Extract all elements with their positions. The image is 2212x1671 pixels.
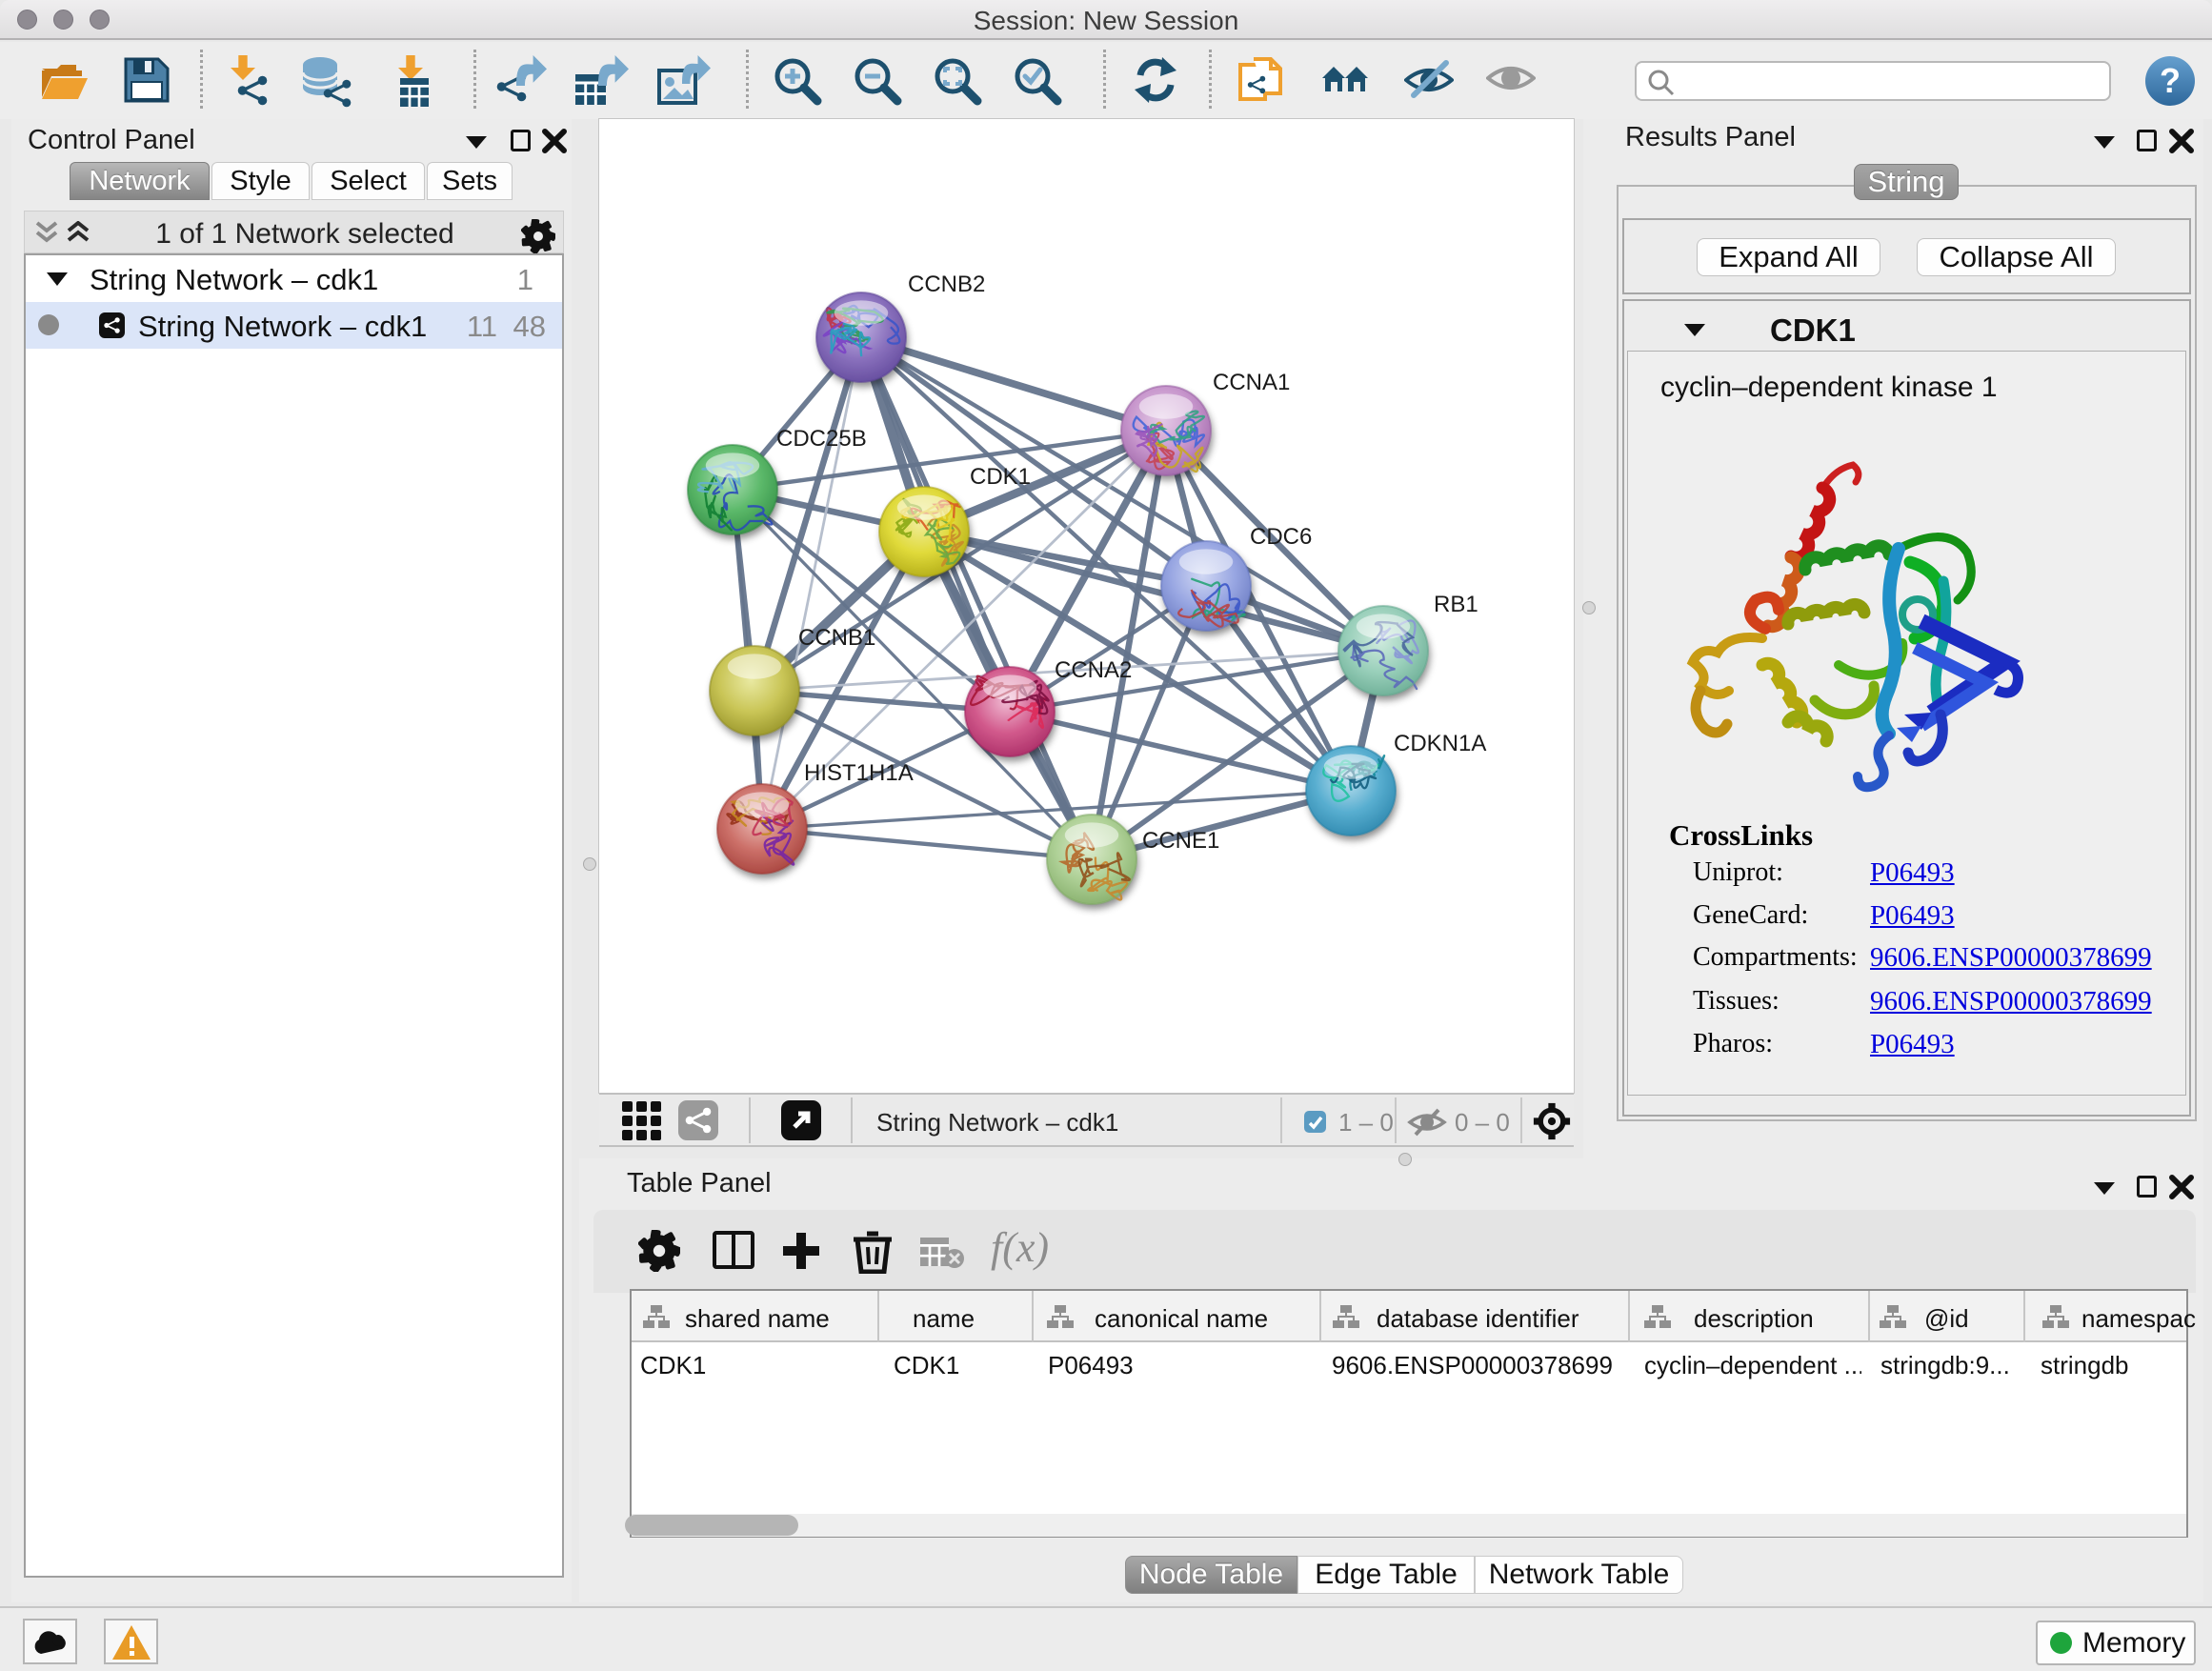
svg-text:CDK1: CDK1 [970, 464, 1031, 490]
svg-text:CDKN1A: CDKN1A [1394, 731, 1486, 756]
svg-text:CDC25B: CDC25B [776, 426, 867, 452]
svg-text:?: ? [2160, 61, 2181, 100]
svg-text:CCNE1: CCNE1 [1142, 828, 1219, 854]
svg-text:CDC6: CDC6 [1250, 524, 1312, 550]
svg-text:CCNB1: CCNB1 [798, 625, 875, 651]
svg-text:RB1: RB1 [1434, 592, 1478, 617]
svg-text:HIST1H1A: HIST1H1A [804, 760, 914, 786]
svg-text:CCNB2: CCNB2 [908, 272, 985, 297]
svg-text:CCNA1: CCNA1 [1213, 370, 1290, 395]
svg-text:CCNA2: CCNA2 [1055, 657, 1132, 683]
